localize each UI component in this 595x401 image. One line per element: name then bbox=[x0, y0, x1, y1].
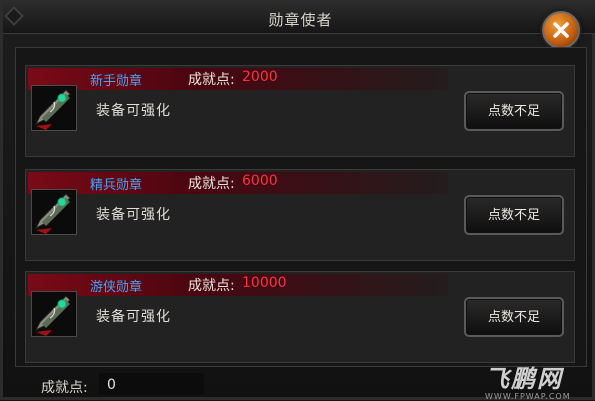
medal-icon bbox=[31, 189, 77, 235]
medal-description: 装备可强化 bbox=[96, 103, 171, 119]
site-watermark: 飞鹏网 WWW.FPWAP.COM bbox=[485, 359, 571, 401]
insufficient-points-button[interactable]: 点数不足 bbox=[464, 195, 564, 235]
title-bar: 勋章使者 bbox=[3, 3, 595, 34]
medal-name: 精兵勋章 bbox=[90, 178, 143, 193]
total-points-value: 0 bbox=[107, 377, 116, 393]
medal-description: 装备可强化 bbox=[96, 207, 171, 223]
medal-row-2: 精兵勋章 成就点: 6000 装备可强化 点数不足 bbox=[25, 169, 575, 261]
points-value: 2000 bbox=[242, 69, 278, 85]
points-value: 6000 bbox=[242, 173, 278, 189]
points-label: 成就点: bbox=[188, 278, 235, 294]
watermark-logo: 飞鹏网 bbox=[485, 365, 563, 393]
medal-name: 游侠勋章 bbox=[90, 280, 143, 295]
insufficient-points-button[interactable]: 点数不足 bbox=[464, 91, 564, 131]
medal-icon bbox=[31, 291, 77, 337]
points-label: 成就点: bbox=[188, 72, 235, 88]
medal-name: 新手勋章 bbox=[90, 74, 143, 89]
points-value: 10000 bbox=[242, 275, 287, 291]
window-title: 勋章使者 bbox=[268, 11, 333, 29]
close-button[interactable] bbox=[542, 11, 580, 49]
medal-description: 装备可强化 bbox=[96, 309, 171, 325]
medal-icon bbox=[31, 85, 77, 131]
medal-row-3: 游侠勋章 成就点: 10000 装备可强化 点数不足 bbox=[25, 271, 575, 363]
medal-envoy-window: 勋章使者 新手勋章 成就点: 2000 装备可强化 点数不足 精兵勋章 成就点:… bbox=[0, 0, 595, 401]
medal-row-1: 新手勋章 成就点: 2000 装备可强化 点数不足 bbox=[25, 65, 575, 157]
close-icon bbox=[553, 22, 569, 38]
insufficient-points-button[interactable]: 点数不足 bbox=[464, 297, 564, 337]
total-points-label: 成就点: bbox=[41, 380, 88, 396]
points-label: 成就点: bbox=[188, 176, 235, 192]
